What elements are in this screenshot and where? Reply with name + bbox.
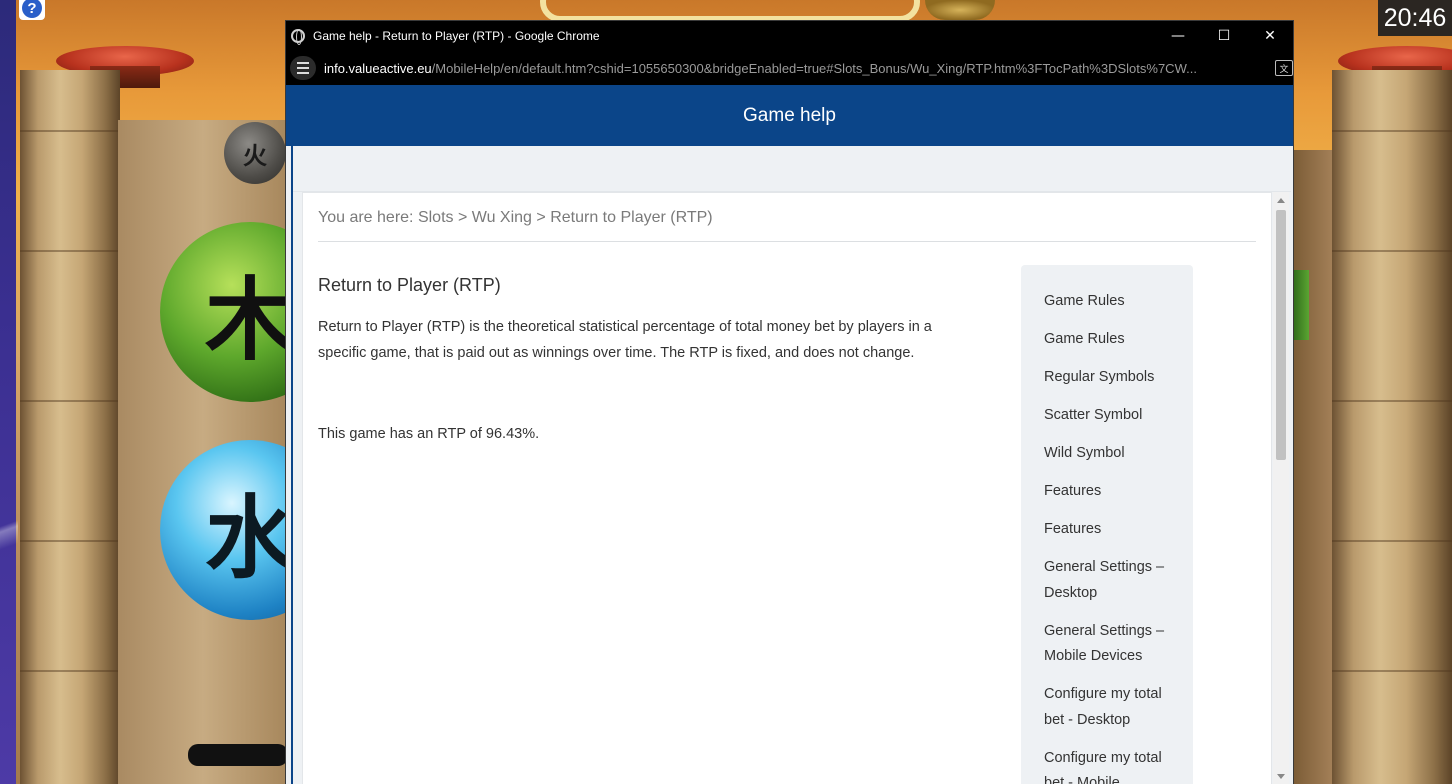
top-ornament-frame bbox=[540, 0, 920, 22]
toc-item-configure-bet-mobile[interactable]: Configure my total bet - Mobile bbox=[1044, 746, 1180, 784]
page-body: You are here: Slots > Wu Xing > Return t… bbox=[291, 146, 1291, 784]
breadcrumb: You are here: Slots > Wu Xing > Return t… bbox=[318, 209, 1256, 242]
top-ornament-coin bbox=[925, 0, 995, 20]
rtp-value-text: This game has an RTP of 96.43%. bbox=[318, 426, 540, 442]
scroll-up-arrow-icon[interactable] bbox=[1277, 198, 1285, 203]
article-title: Return to Player (RTP) bbox=[318, 275, 501, 295]
toc-item-game-rules[interactable]: Game Rules bbox=[1044, 289, 1180, 315]
toc-item-general-settings-mobile[interactable]: General Settings – Mobile Devices bbox=[1044, 619, 1180, 670]
minimize-button[interactable]: — bbox=[1155, 21, 1201, 51]
breadcrumb-item-slots[interactable]: Slots bbox=[418, 209, 454, 226]
breadcrumb-separator: > bbox=[536, 209, 546, 226]
translate-icon[interactable]: 文 bbox=[1275, 60, 1293, 76]
left-edge-strip bbox=[0, 0, 16, 784]
toc-item-features[interactable]: Features bbox=[1044, 479, 1180, 505]
maximize-button[interactable]: ☐ bbox=[1201, 21, 1247, 51]
toc-item-general-settings-desktop[interactable]: General Settings – Desktop bbox=[1044, 555, 1180, 606]
clock-display: 20:46 bbox=[1378, 0, 1452, 36]
left-pillar bbox=[20, 70, 120, 784]
url-host: info.valueactive.eu bbox=[323, 60, 432, 76]
article: Return to Player (RTP) Return to Player … bbox=[318, 275, 948, 447]
scroll-down-arrow-icon[interactable] bbox=[1277, 774, 1285, 779]
close-button[interactable]: ✕ bbox=[1247, 21, 1293, 51]
brush-stroke-symbol bbox=[188, 744, 288, 766]
address-bar[interactable]: info.valueactive.eu/MobileHelp/en/defaul… bbox=[286, 51, 1293, 85]
scroll-thumb[interactable] bbox=[1276, 210, 1286, 460]
toc-item-wild-symbol[interactable]: Wild Symbol bbox=[1044, 441, 1180, 467]
page-header: Game help bbox=[286, 85, 1293, 146]
globe-icon bbox=[291, 29, 305, 45]
breadcrumb-prefix: You are here: bbox=[318, 209, 414, 226]
window-title: Game help - Return to Player (RTP) - Goo… bbox=[313, 29, 600, 43]
right-reel-panel bbox=[1293, 150, 1333, 784]
breadcrumb-item-wu-xing[interactable]: Wu Xing bbox=[472, 209, 532, 226]
right-pillar bbox=[1332, 70, 1452, 784]
help-page: Game help You are here: Slots > Wu Xing … bbox=[286, 85, 1293, 784]
toolbar-strip bbox=[293, 146, 1291, 192]
fire-symbol-icon: 火 bbox=[224, 122, 286, 184]
help-icon: ? bbox=[22, 0, 42, 18]
article-paragraph: Return to Player (RTP) is the theoretica… bbox=[318, 319, 932, 361]
url-path: /MobileHelp/en/default.htm?cshid=1055650… bbox=[431, 60, 1197, 76]
table-of-contents: Game Rules Game Rules Regular Symbols Sc… bbox=[1021, 265, 1193, 784]
url-text[interactable]: info.valueactive.eu/MobileHelp/en/defaul… bbox=[324, 61, 1263, 76]
breadcrumb-item-current: Return to Player (RTP) bbox=[550, 209, 713, 226]
title-bar[interactable]: Game help - Return to Player (RTP) - Goo… bbox=[286, 21, 1293, 51]
breadcrumb-separator: > bbox=[457, 209, 468, 226]
vertical-scrollbar[interactable] bbox=[1273, 192, 1289, 784]
content-card: You are here: Slots > Wu Xing > Return t… bbox=[302, 192, 1272, 784]
toc-item-scatter-symbol[interactable]: Scatter Symbol bbox=[1044, 403, 1180, 429]
game-help-button[interactable]: ? bbox=[19, 0, 45, 20]
toc-item-game-rules-2[interactable]: Game Rules bbox=[1044, 327, 1180, 353]
decorative-stripe bbox=[0, 480, 18, 590]
right-green-symbol bbox=[1293, 270, 1309, 340]
toc-item-features-2[interactable]: Features bbox=[1044, 517, 1180, 543]
chrome-window: Game help - Return to Player (RTP) - Goo… bbox=[285, 20, 1294, 784]
toc-item-regular-symbols[interactable]: Regular Symbols bbox=[1044, 365, 1180, 391]
site-settings-icon[interactable] bbox=[290, 56, 316, 80]
toc-item-configure-bet-desktop[interactable]: Configure my total bet - Desktop bbox=[1044, 682, 1180, 733]
